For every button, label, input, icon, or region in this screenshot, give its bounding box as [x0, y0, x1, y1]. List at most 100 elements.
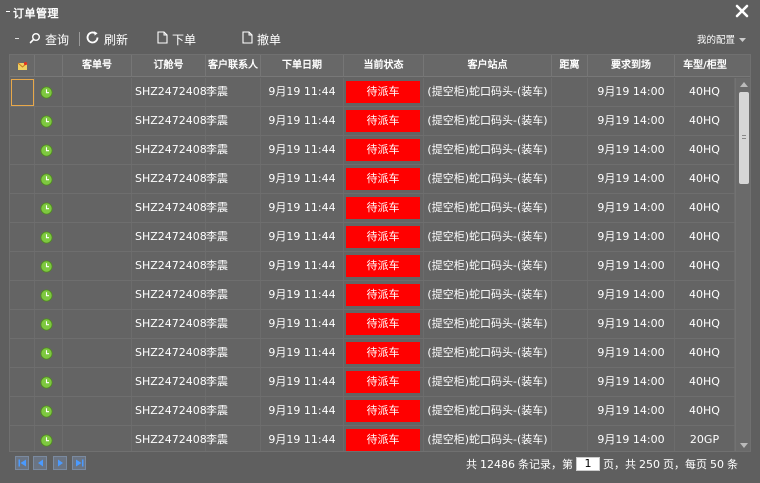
vertical-scrollbar[interactable] [735, 78, 750, 451]
cell-distance [552, 136, 588, 164]
cell-status: 待派车 [344, 223, 424, 251]
next-page-button[interactable] [53, 456, 67, 470]
page-number-input[interactable]: 1 [576, 457, 600, 471]
table-row[interactable]: SHZ2472408 李震 9月19 11:44 (提空柜)蛇口码头-(装车) 9月19… [10, 223, 750, 252]
table-row[interactable]: SHZ2472408 李震 9月19 11:44 (提空柜)蛇口码头-(装车) 9月19… [10, 107, 750, 136]
last-page-button[interactable] [72, 456, 86, 470]
cell-order-date: 9月19 11:44 [261, 397, 344, 425]
cell-customer-no [63, 165, 132, 193]
table-row[interactable]: SHZ2472408 李震 9月19 11:44 (提空柜)蛇口码头-(装车) 9月19… [10, 281, 750, 310]
cell-vehicle: 40HQ [675, 78, 735, 106]
total-prefix: 共 [466, 458, 477, 471]
refresh-button[interactable]: 刷新 [85, 30, 128, 48]
scrollbar-thumb[interactable] [739, 92, 749, 184]
table-row[interactable]: SHZ2472408 李震 9月19 11:44 (提空柜)蛇口码头-(装车) 9月19… [10, 165, 750, 194]
cell-status: 待派车 [344, 78, 424, 106]
row-select-cell[interactable] [10, 397, 35, 425]
col-header-site[interactable]: 客户站点 [424, 55, 552, 77]
table-row[interactable]: SHZ2472408 李震 9月19 11:44 (提空柜)蛇口码头-(装车) 9月19… [10, 194, 750, 223]
clock-icon [40, 231, 53, 244]
cell-contact: 李震 [206, 78, 261, 106]
cell-site: (提空柜)蛇口码头-(装车) [424, 368, 552, 396]
cancel-order-button[interactable]: 撤单 [242, 30, 281, 48]
page-of-text: 页，共 [603, 458, 636, 471]
close-icon[interactable] [734, 3, 750, 19]
cell-vehicle: 40HQ [675, 339, 735, 367]
prev-page-button[interactable] [33, 456, 47, 470]
cell-arrival: 9月19 14:00 [588, 397, 675, 425]
cell-contact: 李震 [206, 136, 261, 164]
cell-contact: 李震 [206, 252, 261, 280]
window-titlebar: 订单管理 [0, 0, 760, 24]
cell-order-no: SHZ2472408 [132, 223, 207, 251]
next-page-icon [57, 459, 63, 467]
cell-site: (提空柜)蛇口码头-(装车) [424, 339, 552, 367]
cell-distance [552, 78, 588, 106]
cell-contact: 李震 [206, 397, 261, 425]
status-badge: 待派车 [346, 197, 420, 219]
row-select-cell[interactable] [10, 339, 35, 367]
col-header-flag [35, 55, 63, 77]
cell-arrival: 9月19 14:00 [588, 281, 675, 309]
row-select-cell[interactable] [10, 223, 35, 251]
cell-distance [552, 397, 588, 425]
cell-distance [552, 223, 588, 251]
query-button[interactable]: 查询 [29, 30, 69, 48]
cell-site: (提空柜)蛇口码头-(装车) [424, 310, 552, 338]
cell-contact: 李震 [206, 339, 261, 367]
search-icon [29, 32, 41, 47]
row-select-cell[interactable] [10, 281, 35, 309]
table-row[interactable]: SHZ2472408 李震 9月19 11:44 (提空柜)蛇口码头-(装车) 9月19… [10, 310, 750, 339]
scroll-down-icon[interactable] [740, 443, 748, 448]
row-select-cell[interactable] [10, 165, 35, 193]
row-select-cell[interactable] [10, 136, 35, 164]
row-select-cell[interactable] [10, 310, 35, 338]
cell-site: (提空柜)蛇口码头-(装车) [424, 107, 552, 135]
cell-customer-no [63, 252, 132, 280]
table-row[interactable]: SHZ2472408 李震 9月19 11:44 (提空柜)蛇口码头-(装车) 9月19… [10, 339, 750, 368]
table-row[interactable]: SHZ2472408 李震 9月19 11:44 (提空柜)蛇口码头-(装车) 9月19… [10, 426, 750, 451]
status-badge: 待派车 [346, 400, 420, 422]
col-header-distance[interactable]: 距离 [552, 55, 588, 77]
cell-site: (提空柜)蛇口码头-(装车) [424, 194, 552, 222]
cell-arrival: 9月19 14:00 [588, 223, 675, 251]
toolbar-dash-icon [15, 38, 19, 39]
col-header-order-no[interactable]: 订舱号 [132, 55, 206, 77]
cell-arrival: 9月19 14:00 [588, 252, 675, 280]
row-select-cell[interactable] [10, 78, 35, 106]
cell-order-no: SHZ2472408 [132, 281, 207, 309]
table-row[interactable]: SHZ2472408 李震 9月19 11:44 (提空柜)蛇口码头-(装车) 9月19… [10, 78, 750, 107]
table-row[interactable]: SHZ2472408 李震 9月19 11:44 (提空柜)蛇口码头-(装车) 9月19… [10, 136, 750, 165]
cell-order-date: 9月19 11:44 [261, 194, 344, 222]
col-header-contact[interactable]: 客户联系人 [206, 55, 261, 77]
table-row[interactable]: SHZ2472408 李震 9月19 11:44 (提空柜)蛇口码头-(装车) 9月19… [10, 397, 750, 426]
cell-distance [552, 310, 588, 338]
my-config-dropdown[interactable]: 我的配置 [697, 32, 746, 46]
order-button[interactable]: 下单 [157, 30, 196, 48]
status-badge: 待派车 [346, 81, 420, 103]
status-badge: 待派车 [346, 139, 420, 161]
per-page-count: 50 [710, 457, 724, 471]
cancel-order-label: 撤单 [257, 32, 282, 47]
cell-vehicle: 40HQ [675, 165, 735, 193]
chevron-down-icon [739, 34, 746, 45]
col-header-customer-no[interactable]: 客单号 [63, 55, 132, 77]
order-label: 下单 [172, 32, 197, 47]
col-header-arrival[interactable]: 要求到场 [588, 55, 675, 77]
cell-vehicle: 40HQ [675, 223, 735, 251]
first-page-button[interactable] [15, 456, 29, 470]
table-row[interactable]: SHZ2472408 李震 9月19 11:44 (提空柜)蛇口码头-(装车) 9月19… [10, 252, 750, 281]
row-select-cell[interactable] [10, 252, 35, 280]
row-select-cell[interactable] [10, 426, 35, 451]
scroll-up-icon[interactable] [740, 82, 748, 87]
row-select-cell[interactable] [10, 107, 35, 135]
row-select-cell[interactable] [10, 368, 35, 396]
col-header-vehicle[interactable]: 车型/柜型 [675, 55, 735, 77]
cell-vehicle: 40HQ [675, 310, 735, 338]
col-header-status[interactable]: 当前状态 [344, 55, 424, 77]
row-select-cell[interactable] [10, 194, 35, 222]
col-header-order-date[interactable]: 下单日期 [261, 55, 344, 77]
cell-order-date: 9月19 11:44 [261, 310, 344, 338]
table-row[interactable]: SHZ2472408 李震 9月19 11:44 (提空柜)蛇口码头-(装车) 9月19… [10, 368, 750, 397]
clock-icon [40, 144, 53, 157]
